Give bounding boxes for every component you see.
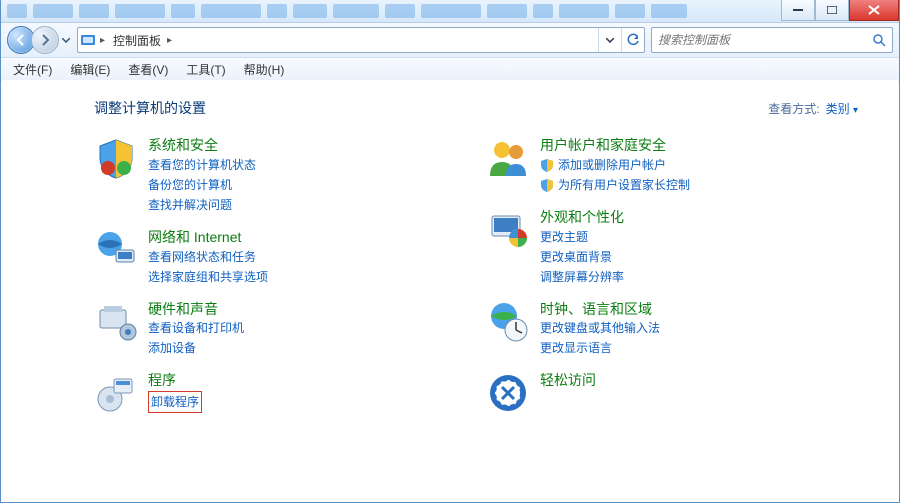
menu-file[interactable]: 文件(F) xyxy=(5,59,60,80)
link-devices-printers[interactable]: 查看设备和打印机 xyxy=(148,319,244,337)
navigation-bar: ▸ 控制面板 ▸ xyxy=(1,23,899,58)
minimize-button[interactable] xyxy=(781,0,815,21)
chevron-down-icon: ▾ xyxy=(853,105,858,116)
link-hardware-sound[interactable]: 硬件和声音 xyxy=(148,301,244,318)
link-change-theme[interactable]: 更改主题 xyxy=(540,228,624,246)
category-appearance: 外观和个性化 更改主题 更改桌面背景 调整屏幕分辨率 xyxy=(486,208,858,286)
shield-icon xyxy=(540,178,554,192)
link-user-accounts[interactable]: 用户帐户和家庭安全 xyxy=(540,137,690,154)
highlight-uninstall: 卸载程序 xyxy=(148,391,202,413)
view-by-label: 查看方式: xyxy=(768,100,819,117)
chevron-down-icon xyxy=(606,38,614,43)
category-user-accounts: 用户帐户和家庭安全 添加或删除用户帐户 为所有用户设置家长控制 xyxy=(486,136,858,194)
breadcrumb-control-panel[interactable]: 控制面板 ▸ xyxy=(107,28,180,52)
address-dropdown-button[interactable] xyxy=(598,28,621,52)
link-adjust-resolution[interactable]: 调整屏幕分辨率 xyxy=(540,268,624,286)
window-controls xyxy=(781,0,899,22)
programs-icon xyxy=(94,371,138,415)
category-clock-language: 时钟、语言和区域 更改键盘或其他输入法 更改显示语言 xyxy=(486,300,858,358)
forward-button[interactable] xyxy=(31,26,59,54)
refresh-button[interactable] xyxy=(621,28,644,52)
link-ease-of-access[interactable]: 轻松访问 xyxy=(540,372,596,389)
breadcrumb-chevron-icon: ▸ xyxy=(165,35,174,46)
link-appearance[interactable]: 外观和个性化 xyxy=(540,209,624,226)
menu-tools[interactable]: 工具(T) xyxy=(178,59,233,80)
menu-edit[interactable]: 编辑(E) xyxy=(62,59,118,80)
content-area: 调整计算机的设置 查看方式: 类别 ▾ xyxy=(2,80,898,501)
column-right: 用户帐户和家庭安全 添加或删除用户帐户 为所有用户设置家长控制 xyxy=(486,136,858,415)
menu-view[interactable]: 查看(V) xyxy=(120,59,176,80)
link-add-device[interactable]: 添加设备 xyxy=(148,339,244,357)
clock-language-icon xyxy=(486,300,530,344)
refresh-icon xyxy=(626,33,640,47)
category-columns: 系统和安全 查看您的计算机状态 备份您的计算机 查找并解决问题 网络和 Inte… xyxy=(94,136,858,415)
system-security-icon xyxy=(94,136,138,180)
chevron-down-icon xyxy=(62,38,70,43)
view-by: 查看方式: 类别 ▾ xyxy=(768,100,858,117)
nav-buttons xyxy=(7,26,71,54)
category-hardware-sound: 硬件和声音 查看设备和打印机 添加设备 xyxy=(94,300,466,358)
search-icon xyxy=(872,33,886,47)
shield-icon xyxy=(540,158,554,172)
control-panel-window: ▸ 控制面板 ▸ 文件(F) 编辑(E) 查看(V) 工具(T) 帮助(H) xyxy=(0,0,900,503)
link-find-fix-problems[interactable]: 查找并解决问题 xyxy=(148,196,256,214)
recent-locations-button[interactable] xyxy=(61,30,71,50)
link-backup-computer[interactable]: 备份您的计算机 xyxy=(148,176,256,194)
link-uninstall-program[interactable]: 卸载程序 xyxy=(151,393,199,411)
appearance-icon xyxy=(486,208,530,252)
link-change-desktop-bg[interactable]: 更改桌面背景 xyxy=(540,248,624,266)
page-title: 调整计算机的设置 xyxy=(94,98,768,118)
link-system-security[interactable]: 系统和安全 xyxy=(148,137,256,154)
header-row: 调整计算机的设置 查看方式: 类别 ▾ xyxy=(94,98,858,118)
link-programs[interactable]: 程序 xyxy=(148,372,202,389)
link-change-display-lang[interactable]: 更改显示语言 xyxy=(540,339,660,357)
minimize-icon xyxy=(793,9,803,11)
close-icon xyxy=(868,5,880,15)
column-left: 系统和安全 查看您的计算机状态 备份您的计算机 查找并解决问题 网络和 Inte… xyxy=(94,136,466,415)
ease-of-access-icon xyxy=(486,371,530,415)
search-input[interactable] xyxy=(652,33,866,47)
category-programs: 程序 卸载程序 xyxy=(94,371,466,415)
breadcrumb-chevron-icon: ▸ xyxy=(98,35,107,46)
content-inner: 调整计算机的设置 查看方式: 类别 ▾ xyxy=(2,80,898,445)
maximize-icon xyxy=(827,6,837,14)
arrow-left-icon xyxy=(15,34,27,46)
search-box[interactable] xyxy=(651,27,893,53)
category-system-security: 系统和安全 查看您的计算机状态 备份您的计算机 查找并解决问题 xyxy=(94,136,466,214)
link-view-computer-status[interactable]: 查看您的计算机状态 xyxy=(148,156,256,174)
category-network-internet: 网络和 Internet 查看网络状态和任务 选择家庭组和共享选项 xyxy=(94,228,466,286)
search-button[interactable] xyxy=(866,33,892,47)
view-by-dropdown[interactable]: 类别 ▾ xyxy=(826,100,858,117)
link-network-status[interactable]: 查看网络状态和任务 xyxy=(148,248,268,266)
menu-help[interactable]: 帮助(H) xyxy=(236,59,293,80)
breadcrumb-label: 控制面板 xyxy=(113,32,161,49)
control-panel-icon xyxy=(78,32,98,48)
view-by-value: 类别 xyxy=(826,102,850,116)
arrow-right-icon xyxy=(39,34,51,46)
hardware-sound-icon xyxy=(94,300,138,344)
link-parental-controls[interactable]: 为所有用户设置家长控制 xyxy=(540,176,690,194)
titlebar xyxy=(1,0,899,23)
menu-bar: 文件(F) 编辑(E) 查看(V) 工具(T) 帮助(H) xyxy=(1,58,899,81)
close-button[interactable] xyxy=(849,0,899,21)
network-internet-icon xyxy=(94,228,138,272)
user-accounts-icon xyxy=(486,136,530,180)
category-ease-of-access: 轻松访问 xyxy=(486,371,858,415)
link-change-keyboard[interactable]: 更改键盘或其他输入法 xyxy=(540,319,660,337)
link-add-remove-user[interactable]: 添加或删除用户帐户 xyxy=(540,156,690,174)
link-network-internet[interactable]: 网络和 Internet xyxy=(148,229,268,246)
titlebar-background-apps xyxy=(1,2,781,20)
link-homegroup-sharing[interactable]: 选择家庭组和共享选项 xyxy=(148,268,268,286)
link-clock-language[interactable]: 时钟、语言和区域 xyxy=(540,301,660,318)
address-bar[interactable]: ▸ 控制面板 ▸ xyxy=(77,27,645,53)
maximize-button[interactable] xyxy=(815,0,849,21)
